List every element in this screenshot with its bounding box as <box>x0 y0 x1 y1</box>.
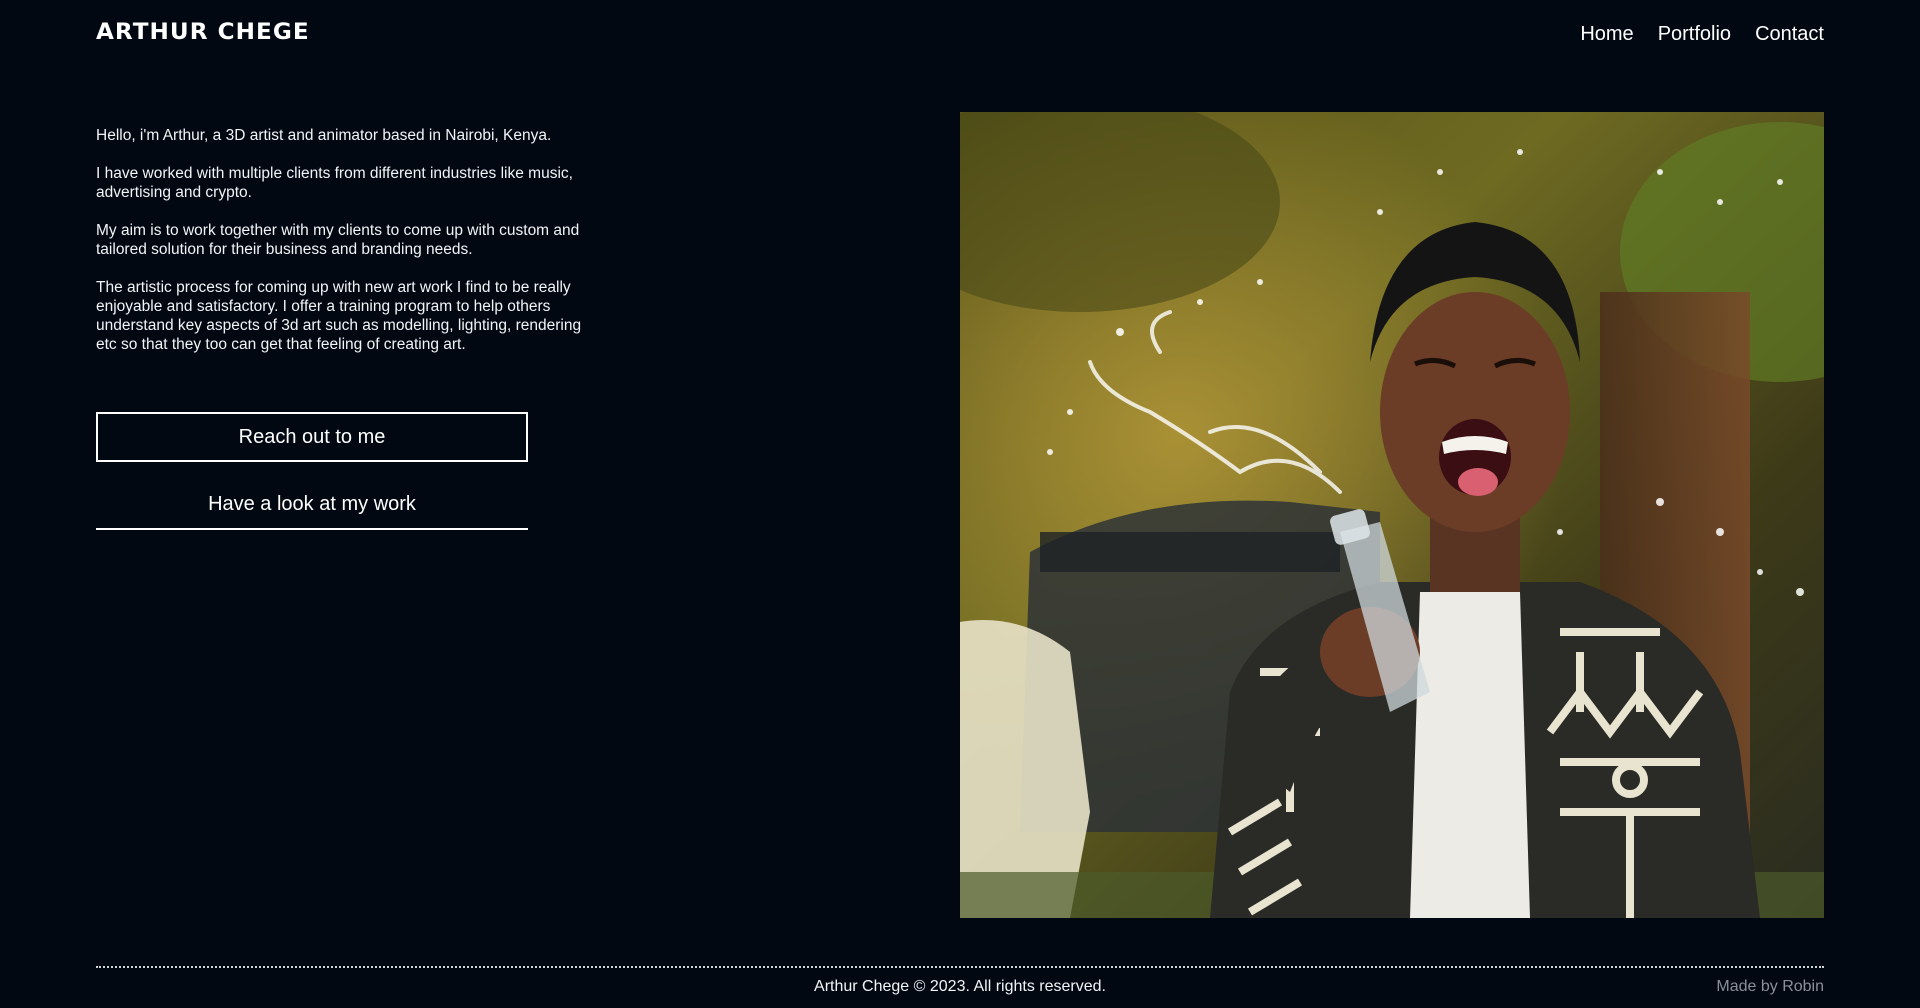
page: ARTHUR CHEGE Home Portfolio Contact Hell… <box>0 0 1920 1008</box>
intro-paragraph: The artistic process for coming up with … <box>96 279 582 353</box>
nav-contact-link[interactable]: Contact <box>1755 20 1824 48</box>
intro-paragraph: My aim is to work together with my clien… <box>96 222 580 258</box>
intro-paragraph: I have worked with multiple clients from… <box>96 165 573 201</box>
hero-photo <box>960 112 1824 918</box>
nav-portfolio-link[interactable]: Portfolio <box>1658 20 1731 48</box>
footer-divider <box>96 966 1824 968</box>
nav-home-link[interactable]: Home <box>1580 20 1633 48</box>
intro-text: Hello, i'm Arthur, a 3D artist and anima… <box>96 126 606 373</box>
reach-out-button[interactable]: Reach out to me <box>96 412 528 462</box>
footer-copyright: Arthur Chege © 2023. All rights reserved… <box>814 978 1106 995</box>
intro-paragraph: Hello, i'm Arthur, a 3D artist and anima… <box>96 127 552 144</box>
site-logo[interactable]: ARTHUR CHEGE <box>96 20 310 45</box>
footer-credit: Made by Robin <box>1716 978 1824 995</box>
main-nav: Home Portfolio Contact <box>1580 20 1824 48</box>
view-work-button[interactable]: Have a look at my work <box>96 480 528 530</box>
